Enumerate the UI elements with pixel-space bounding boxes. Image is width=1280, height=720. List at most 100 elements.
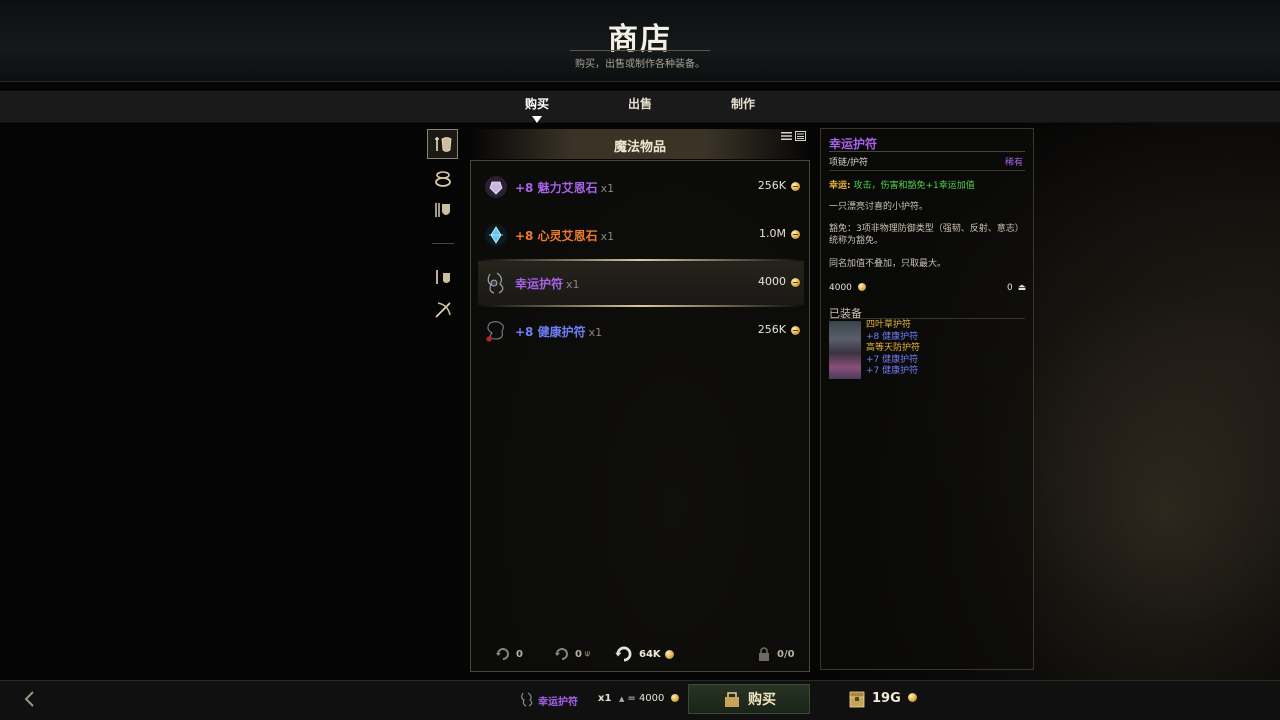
tab-craft-label: 制作 (730, 97, 755, 111)
item-name: +8 心灵艾恩石 x1 (515, 229, 615, 243)
category-armor[interactable] (427, 195, 458, 225)
list-item[interactable]: +8 魅力艾恩石 x1 256K (478, 165, 804, 209)
coin-icon (857, 283, 866, 291)
refresh-cost: 64K (639, 648, 661, 660)
buy-button[interactable]: 购买 (688, 684, 810, 714)
refresh-count: 0 (516, 648, 523, 660)
quantity-up-icon[interactable]: ▲ (619, 695, 624, 703)
lock-icon (759, 647, 769, 661)
detail-description: 豁免：3项非物理防御类型（强韧、反射、意志）统称为豁免。 (829, 224, 1024, 246)
lock-count: 0/0 (777, 648, 795, 660)
page-title: 商店 (608, 22, 672, 57)
equipped-character-portrait (829, 321, 861, 379)
detail-description: 一只漂亮讨喜的小护符。 (829, 202, 929, 212)
divider (829, 318, 1025, 319)
category-rings[interactable] (427, 163, 458, 193)
tab-buy[interactable]: 购买 (507, 95, 567, 123)
buy-button-label: 购买 (748, 692, 776, 708)
gold-value: 19G (872, 691, 901, 706)
detail-item-rarity: 稀有 (1005, 158, 1024, 168)
refresh-counter-2[interactable]: 0 ⍦ (553, 645, 590, 663)
refresh-icon (496, 648, 509, 660)
item-price: 256K (757, 323, 786, 336)
detail-view-icon[interactable] (795, 131, 806, 141)
item-name: 幸运护符 x1 (515, 277, 580, 291)
list-item[interactable]: +8 健康护符 x1 256K (478, 309, 804, 353)
equipped-list: 四叶草护符 +8 健康护符 高等天防护符 +7 健康护符 +7 健康护符 (866, 320, 920, 378)
gold-amount: 19G (872, 691, 918, 706)
divider (829, 151, 1025, 152)
divider (829, 170, 1025, 171)
refresh-icon (615, 646, 632, 662)
crystal-icon (485, 224, 507, 246)
effect-label: 幸运: (829, 181, 851, 191)
cart-total-value: = 4000 (627, 693, 665, 704)
refresh-counter-1[interactable]: 0 (494, 645, 523, 663)
equipped-item: +8 健康护符 (866, 331, 919, 342)
header: 商店 购买，出售或制作各种装备。 (0, 0, 1280, 82)
gold-chest-icon (849, 691, 865, 708)
coin-icon (908, 693, 918, 702)
refresh-count: 0 (575, 648, 582, 660)
coin-icon (791, 230, 800, 239)
list-item[interactable]: +8 心灵艾恩石 x1 1.0M (478, 213, 804, 257)
refresh-paid-button[interactable]: 64K (613, 645, 674, 663)
category-divider (432, 243, 454, 244)
equipped-item: +7 健康护符 (866, 354, 919, 365)
detail-price: 4000 (829, 283, 866, 293)
tab-craft[interactable]: 制作 (713, 95, 773, 112)
buy-icon (725, 692, 739, 707)
detail-item-type: 项链/护符 (829, 158, 869, 168)
list-view-icon[interactable] (781, 131, 792, 141)
lock-counter[interactable]: 0/0 (755, 645, 795, 663)
amulet-icon (486, 321, 504, 342)
item-price: 4000 (758, 275, 786, 288)
tab-sell[interactable]: 出售 (610, 95, 670, 112)
weight-value: 0 (1007, 283, 1013, 293)
weight-icon: ⏏ (1017, 283, 1027, 293)
ring-icon (434, 171, 451, 187)
coin-icon (791, 278, 800, 287)
coin-icon (664, 649, 674, 659)
token-icon: ⍦ (584, 649, 590, 658)
item-name: +8 健康护符 x1 (515, 325, 603, 339)
item-price: 1.0M (759, 227, 786, 240)
equipped-item: 四叶草护符 (866, 320, 912, 330)
list-item-selected[interactable]: 幸运护符 x1 4000 (478, 259, 804, 307)
panel-title: 魔法物品 (613, 140, 666, 155)
category-weapons-armor[interactable] (427, 129, 458, 159)
cart-quantity[interactable]: x1 (598, 693, 611, 704)
panel-header: 魔法物品 (470, 129, 810, 159)
tab-bar: 购买 出售 制作 (0, 91, 1280, 123)
potion-icon (435, 270, 450, 284)
tab-buy-label: 购买 (524, 97, 549, 111)
price-value: 4000 (829, 283, 852, 293)
coin-icon (670, 694, 679, 702)
item-name: +8 魅力艾恩石 x1 (515, 181, 615, 195)
amulet-icon (521, 692, 533, 707)
gem-icon (485, 176, 507, 198)
cart-total: ▲ = 4000 (619, 693, 679, 704)
item-price: 256K (757, 179, 786, 192)
title-divider (570, 50, 710, 51)
weapon-armor-icon (434, 137, 451, 152)
equipped-item: +7 健康护符 (866, 366, 919, 376)
active-tab-arrow-icon (532, 116, 542, 123)
equipped-item: 高等天防护符 (866, 343, 921, 353)
cart-item-name: 幸运护符 (538, 697, 578, 708)
refresh-icon (555, 648, 568, 660)
bow-icon (434, 302, 451, 318)
page-subtitle: 购买，出售或制作各种装备。 (575, 59, 705, 70)
coin-icon (791, 182, 800, 191)
detail-effect: 幸运: 攻击，伤害和豁免+1幸运加值 (829, 178, 975, 191)
back-arrow-icon[interactable] (18, 688, 42, 710)
armor-icon (434, 203, 450, 217)
category-potions[interactable] (427, 262, 458, 292)
detail-item-name: 幸运护符 (829, 137, 878, 151)
effect-text: 攻击，伤害和豁免+1幸运加值 (853, 181, 975, 191)
category-ranged[interactable] (427, 295, 458, 325)
detail-weight: 0 ⏏ (1007, 283, 1026, 293)
coin-icon (791, 326, 800, 335)
amulet-icon (487, 272, 504, 294)
tab-sell-label: 出售 (627, 97, 652, 111)
